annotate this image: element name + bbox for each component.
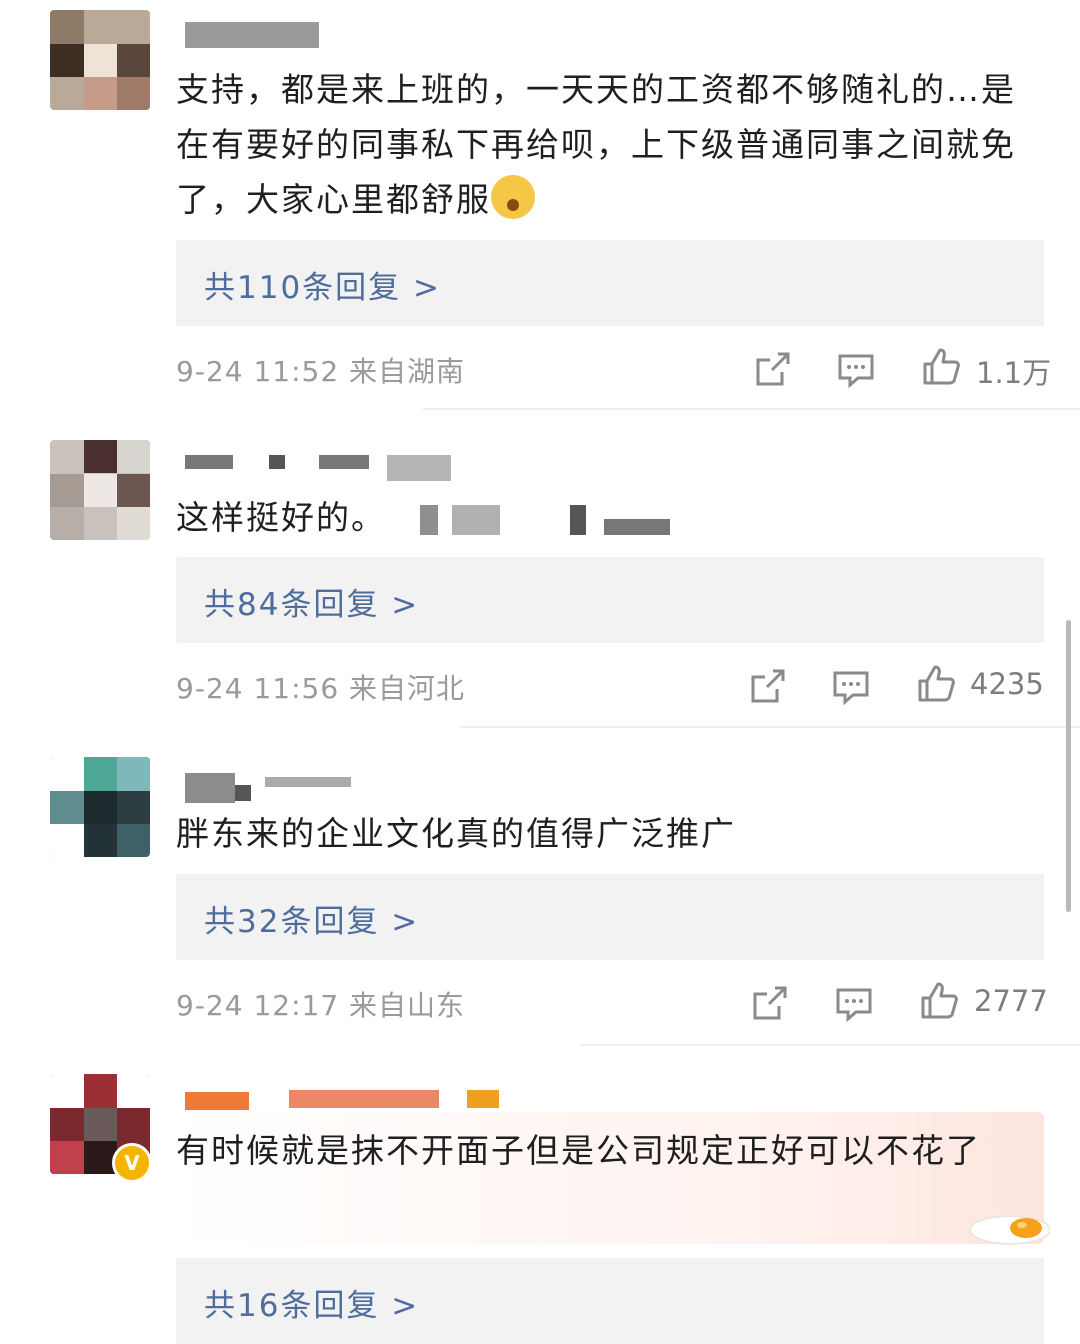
- like-icon[interactable]: [921, 346, 961, 386]
- comment-text: 胖东来的企业文化真的值得广泛推广: [176, 814, 736, 853]
- like-icon[interactable]: [919, 980, 959, 1020]
- comment-text: 有时候就是抹不开面子但是公司规定正好可以不花了: [176, 1131, 981, 1170]
- redacted-emoji-block: [604, 519, 670, 535]
- share-icon[interactable]: [752, 350, 792, 390]
- share-icon[interactable]: [749, 984, 789, 1024]
- avatar[interactable]: [50, 757, 150, 857]
- replies-box[interactable]: 共32条回复 >: [176, 874, 1044, 960]
- redacted-emoji-block: [452, 505, 500, 535]
- comment-icon[interactable]: [831, 667, 871, 707]
- redacted-emoji-block: [420, 505, 438, 535]
- scrollbar[interactable]: [1066, 620, 1071, 912]
- comment-icon[interactable]: [834, 984, 874, 1024]
- comment-meta: 9-24 12:17 来自山东: [176, 989, 466, 1022]
- like-count: 4235: [970, 667, 1044, 701]
- view-replies-link[interactable]: 共32条回复 >: [204, 896, 419, 941]
- verified-badge-icon: V: [112, 1143, 152, 1183]
- divider: [460, 726, 1080, 728]
- egg-decoration-icon: [969, 1215, 1050, 1245]
- avatar[interactable]: [50, 440, 150, 540]
- like-count: 1.1万: [976, 356, 1052, 390]
- view-replies-link[interactable]: 共16条回复 >: [204, 1280, 419, 1325]
- view-replies-link[interactable]: 共84条回复 >: [204, 579, 419, 624]
- replies-box[interactable]: 共110条回复 >: [176, 240, 1044, 326]
- divider: [423, 408, 1080, 410]
- replies-box[interactable]: 共84条回复 >: [176, 557, 1044, 643]
- comment-text: 支持，都是来上班的，一天天的工资都不够随礼的…是在有要好的同事私下再给呗，上下级…: [176, 70, 1016, 219]
- like-icon[interactable]: [916, 663, 956, 703]
- comment-meta: 9-24 11:56 来自河北: [176, 672, 466, 705]
- avatar[interactable]: [50, 10, 150, 110]
- view-replies-link[interactable]: 共110条回复 >: [204, 262, 441, 307]
- like-count: 2777: [974, 984, 1048, 1018]
- share-icon[interactable]: [747, 667, 787, 707]
- redacted-emoji-block: [570, 505, 586, 535]
- divider: [580, 1044, 1080, 1046]
- comment-icon[interactable]: [836, 350, 876, 390]
- replies-box[interactable]: 共16条回复 >: [176, 1258, 1044, 1344]
- face-covering-eyes-emoji-icon: [491, 175, 535, 219]
- comment-text: 这样挺好的。: [176, 498, 386, 537]
- comment-meta: 9-24 11:52 来自湖南: [176, 355, 466, 388]
